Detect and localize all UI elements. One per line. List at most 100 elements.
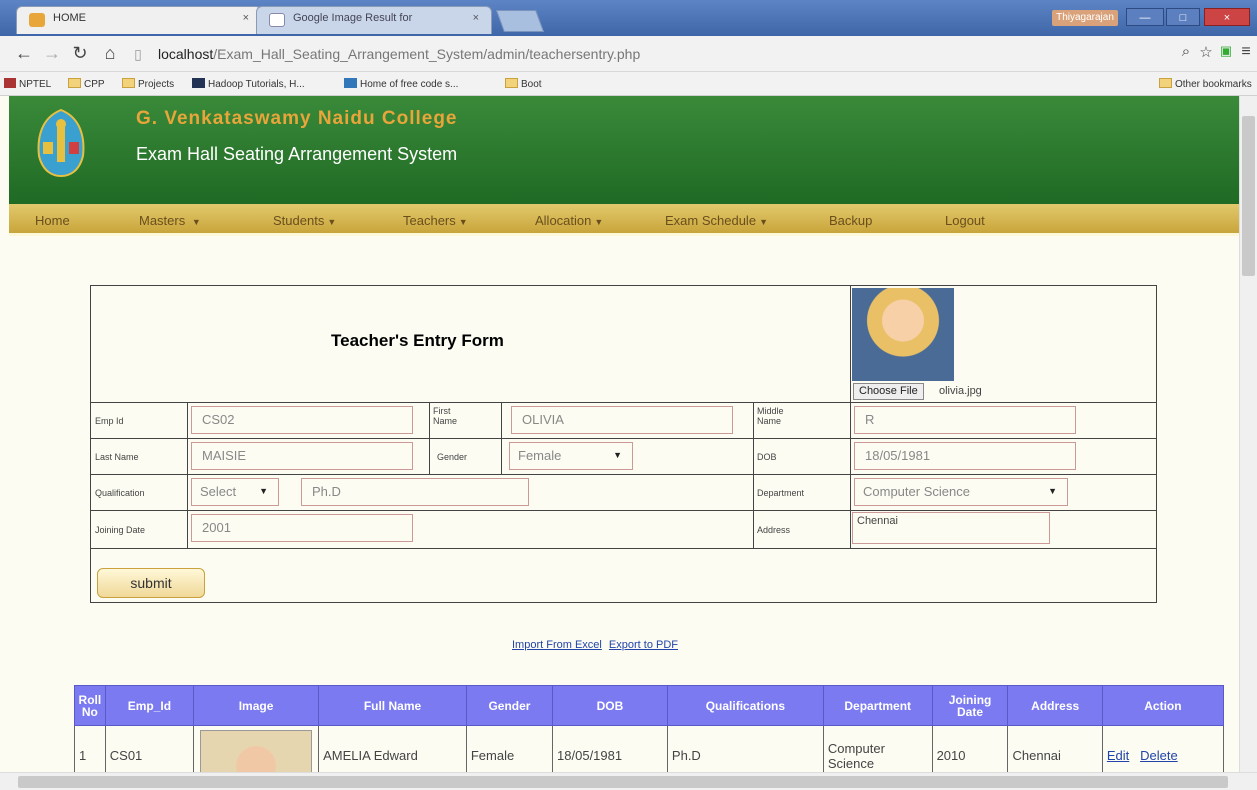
column-divider (850, 286, 851, 548)
chevron-down-icon: ▼ (759, 217, 768, 227)
gender-select[interactable]: Female ▼ (509, 442, 633, 470)
qualification-cell: Ph.D (666, 725, 824, 772)
maximize-button[interactable]: □ (1166, 8, 1200, 26)
url-host: localhost (158, 46, 214, 62)
minimize-button[interactable]: — (1126, 8, 1164, 26)
scrollbar-thumb[interactable] (1242, 116, 1255, 276)
row-divider (91, 548, 1156, 549)
chevron-down-icon: ▼ (594, 217, 604, 227)
forward-icon[interactable]: → (42, 43, 62, 64)
google-icon (269, 13, 285, 27)
dropdown-arrow-icon: ▼ (1048, 486, 1057, 496)
star-icon[interactable]: ☆ (1196, 43, 1216, 61)
college-logo-icon (37, 108, 85, 178)
last-name-label: Last Name (95, 452, 139, 462)
last-name-input[interactable]: MAISIE (191, 442, 413, 470)
menu-students[interactable]: Students ▼ (273, 213, 336, 228)
menu-home[interactable]: Home (35, 213, 70, 228)
url-input[interactable]: localhost/Exam_Hall_Seating_Arrangement_… (150, 42, 1170, 66)
vertical-scrollbar[interactable] (1239, 96, 1257, 772)
menu-exam-schedule[interactable]: Exam Schedule ▼ (665, 213, 768, 228)
edit-link[interactable]: Edit (1107, 748, 1129, 763)
folder-icon (505, 78, 518, 88)
menu-backup[interactable]: Backup (829, 213, 872, 228)
middle-name-input[interactable]: R (854, 406, 1076, 434)
menu-label: Teachers (403, 213, 456, 228)
scrollbar-thumb[interactable] (18, 776, 1228, 788)
extension-icon[interactable]: ▣ (1216, 43, 1236, 59)
zoom-icon[interactable]: ⌕ (1176, 43, 1196, 60)
dob-input[interactable]: 18/05/1981 (854, 442, 1076, 470)
bookmark-freecode[interactable]: Home of free code s... (344, 78, 458, 90)
new-tab-button[interactable] (495, 10, 545, 32)
gender-value: Female (518, 448, 562, 463)
tab-title: Google Image Result for (293, 12, 413, 24)
qualification-input[interactable]: Ph.D (301, 478, 529, 506)
column-header: Image (192, 685, 320, 726)
column-header: Address (1007, 685, 1103, 726)
menu-masters[interactable]: Masters ▼ (139, 213, 201, 228)
bookmark-boot[interactable]: Boot (505, 78, 542, 90)
menu-label: Allocation (535, 213, 592, 228)
gender-cell: Female (465, 725, 554, 772)
reload-icon[interactable]: ↻ (70, 43, 90, 64)
bookmark-other[interactable]: Other bookmarks (1159, 78, 1252, 90)
teacher-thumbnail (200, 729, 313, 772)
column-divider (187, 402, 188, 548)
folder-icon (68, 78, 81, 88)
menu-logout[interactable]: Logout (945, 213, 985, 228)
choose-file-button[interactable]: Choose File (853, 383, 924, 400)
bookmark-cpp[interactable]: CPP (68, 78, 105, 90)
delete-link[interactable]: Delete (1140, 748, 1178, 763)
bookmark-projects[interactable]: Projects (122, 78, 174, 90)
code-icon (344, 78, 357, 88)
column-header: Action (1101, 685, 1225, 726)
back-icon[interactable]: ← (14, 43, 34, 64)
menu-allocation[interactable]: Allocation ▼ (535, 213, 603, 228)
row-divider (91, 474, 1156, 475)
first-name-input[interactable]: OLIVIA (511, 406, 733, 434)
close-tab-icon[interactable]: × (243, 12, 249, 24)
bookmark-label: Other bookmarks (1175, 79, 1252, 90)
department-value: Computer Science (863, 484, 970, 499)
home-icon[interactable]: ⌂ (100, 43, 120, 64)
form-title: Teacher's Entry Form (331, 331, 504, 350)
address-cell: Chennai (1007, 725, 1103, 772)
column-divider (501, 402, 502, 474)
department-select[interactable]: Computer Science ▼ (854, 478, 1068, 506)
bookmark-hadoop[interactable]: Hadoop Tutorials, H... (192, 78, 305, 90)
chevron-down-icon: ▼ (327, 217, 337, 227)
tab-google-image[interactable]: Google Image Result for × (256, 6, 492, 34)
import-excel-link[interactable]: Import From Excel (512, 639, 602, 651)
dob-label: DOB (757, 452, 777, 462)
column-header: Emp_Id (104, 685, 194, 726)
bookmark-nptel[interactable]: NPTEL (4, 78, 51, 90)
emp-id-input[interactable]: CS02 (191, 406, 413, 434)
column-divider (753, 402, 754, 548)
close-window-button[interactable]: × (1204, 8, 1250, 26)
dropdown-arrow-icon: ▼ (259, 486, 268, 496)
middle-name-label: Middle Name (757, 406, 784, 426)
menu-teachers[interactable]: Teachers ▼ (403, 213, 468, 228)
menu-label: Students (273, 213, 325, 228)
qualification-select[interactable]: Select ▼ (191, 478, 279, 506)
export-pdf-link[interactable]: Export to PDF (609, 639, 678, 651)
joining-date-input[interactable]: 2001 (191, 514, 413, 542)
tab-home[interactable]: HOME × (16, 6, 262, 34)
action-cell: Edit Delete (1101, 725, 1225, 772)
address-textarea[interactable]: Chennai (852, 512, 1050, 544)
nptel-icon (4, 78, 16, 88)
page-icon: ▯ (134, 46, 142, 62)
horizontal-scrollbar[interactable] (0, 772, 1257, 790)
menu-icon[interactable]: ≡ (1236, 43, 1256, 61)
close-tab-icon[interactable]: × (473, 12, 479, 24)
hadoop-icon (192, 78, 205, 88)
submit-button[interactable]: submit (97, 568, 205, 598)
teacher-entry-form: Teacher's Entry Form Choose File olivia.… (90, 285, 1157, 603)
import-export-links: Import From Excel Export to PDF (512, 639, 682, 651)
college-name: G. Venkataswamy Naidu College (136, 108, 458, 129)
column-header: DOB (552, 685, 668, 726)
address-bar: ← → ↻ ⌂ ▯ localhost/Exam_Hall_Seating_Ar… (0, 36, 1257, 72)
user-badge[interactable]: Thiyagarajan (1052, 10, 1118, 26)
department-cell: Computer Science (822, 725, 933, 772)
